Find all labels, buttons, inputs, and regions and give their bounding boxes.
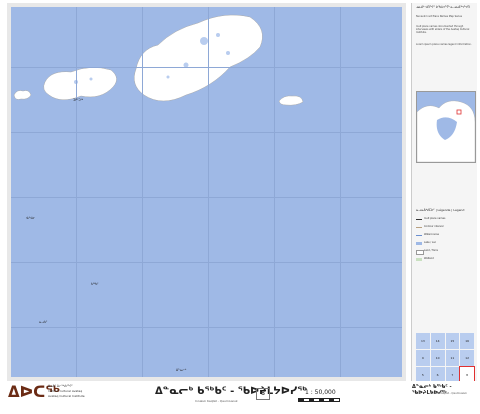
footer: ᐃᐅᑕᖅ ᐃᓄᐃᑦ ᐃᓕᖅᑯᓯᖏᑦ Institut culturel Avat… xyxy=(0,381,480,414)
south-islet xyxy=(279,95,304,106)
footer-subtitle: Innaluk Kaqtat - Qaumiusiuk xyxy=(430,392,467,395)
legend-item: Wetland xyxy=(416,257,474,263)
place-label[interactable]: ᐃᓐᓇᓕᒃ xyxy=(176,369,186,372)
place-label[interactable]: ᐊᓯᐊᓂ xyxy=(26,217,35,220)
legend-item: Inuit place names xyxy=(416,217,474,223)
index-cell[interactable]: 15 xyxy=(445,333,460,349)
map-title: ᐃᓐᓇᓕᒃ ᑲᖅᑲᑦ - ᖃᐅᔨᒪᔭᐅᓯᖅ xyxy=(155,386,308,397)
map-frame: ᑐᑭᑦᑐᖅ ᐊᓯᐊᓂ ᑲᖅᑲᑦ ᓇᓗᑲᑦ ᐃᓐᓇᓕᒃ xyxy=(7,3,406,381)
map-index-grid: 13 14 15 16 9 10 11 12 5 6 7 8 xyxy=(416,333,475,384)
legend-item: Lake / Lac xyxy=(416,241,474,247)
map-scale: 1 : 50,000 xyxy=(305,389,336,396)
grid-line xyxy=(208,7,209,377)
scale-bar xyxy=(298,398,340,402)
index-cell[interactable]: 9 xyxy=(416,350,430,366)
map-number: 8 xyxy=(256,388,270,400)
index-cell[interactable]: 10 xyxy=(430,350,445,366)
main-island xyxy=(134,14,263,102)
panel-text: Inuit place names documented through int… xyxy=(416,25,470,34)
legend-title: ᓇᓗᓇᐃᒃᑯᑕᐅᑦ | Légende | Legend xyxy=(416,208,465,212)
place-label[interactable]: ᑲᖅᑲᑦ xyxy=(91,283,99,286)
panel-title: ᓄᓇᕕᒃ ᐊᑎᖏᑦ ᐅᖃᐅᓯᕐᒥᒃ ᓇᓗᓇᐃᖅᓯᔾᔪᑎ xyxy=(416,5,470,9)
grid-line xyxy=(11,132,402,133)
grid-line xyxy=(11,67,402,68)
grid-line xyxy=(340,7,341,377)
grid-line xyxy=(76,7,77,377)
legend-item: Contour interval xyxy=(416,225,474,231)
index-cell[interactable]: 13 xyxy=(416,333,430,349)
panel-text: Nunavik Inuit Place Names Map Series xyxy=(416,15,462,18)
index-cell[interactable]: 14 xyxy=(430,333,445,349)
locator-inset-map xyxy=(416,91,476,163)
org-name: ᐃᓄᐃᑦ ᐃᓕᖅᑯᓯᖏᑦ xyxy=(48,384,73,388)
info-panel: ᓄᓇᕕᒃ ᐊᑎᖏᑦ ᐅᖃᐅᓯᕐᒥᒃ ᓇᓗᓇᐃᖅᓯᔾᔪᑎ Nunavik Inui… xyxy=(411,3,477,384)
index-cell[interactable]: 12 xyxy=(460,350,474,366)
panel-text: Lorem ipsum place names legend informati… xyxy=(416,43,472,46)
locator-map-icon xyxy=(416,100,476,163)
grid-line xyxy=(11,327,402,328)
grid-line xyxy=(142,7,143,377)
place-label[interactable]: ᑐᑭᑦᑐᖅ xyxy=(73,99,83,102)
legend-item: Land / Terre xyxy=(416,249,474,255)
grid-line xyxy=(11,262,402,263)
org-name: Avataq Cultural Institute xyxy=(48,394,85,398)
grid-line xyxy=(274,7,275,377)
legend-item: Watercourse xyxy=(416,233,474,239)
index-cell[interactable]: 16 xyxy=(460,333,474,349)
index-cell[interactable]: 11 xyxy=(445,350,460,366)
map-subtitle: Innaluk Kaqtat - Qaumiusiuk xyxy=(195,399,238,403)
grid-line xyxy=(11,197,402,198)
org-name: Institut culturel Avataq xyxy=(48,389,83,393)
small-island xyxy=(13,90,32,100)
place-label[interactable]: ᓇᓗᑲᑦ xyxy=(39,321,47,324)
map-water[interactable]: ᑐᑭᑦᑐᖅ ᐊᓯᐊᓂ ᑲᖅᑲᑦ ᓇᓗᑲᑦ ᐃᓐᓇᓕᒃ xyxy=(11,7,402,377)
